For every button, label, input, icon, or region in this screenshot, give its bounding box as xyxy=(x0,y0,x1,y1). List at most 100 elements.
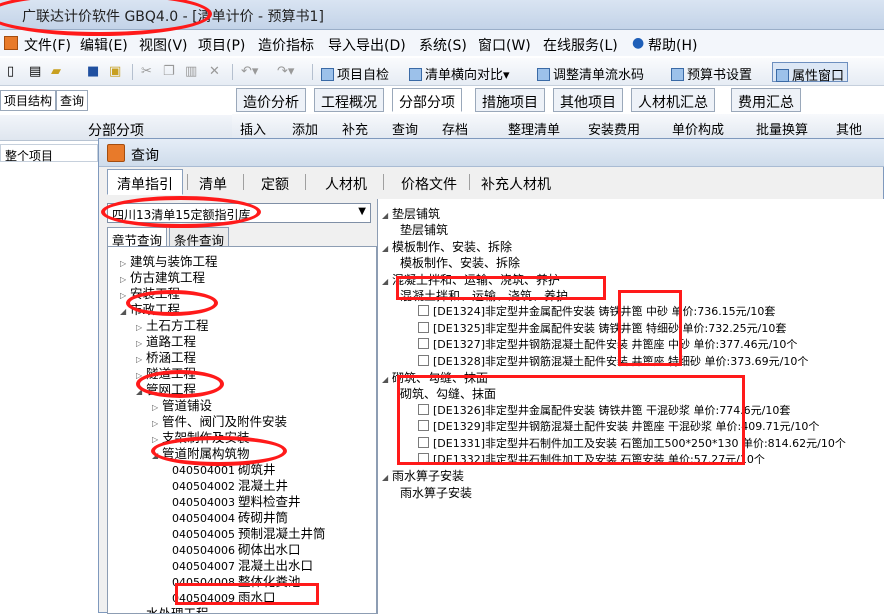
menu-system[interactable]: 系统(S) xyxy=(419,35,467,55)
chevron-down-icon: ▼ xyxy=(358,206,366,217)
adjust-flow-button[interactable]: 调整清单流水码 xyxy=(534,62,647,83)
root-item[interactable]: 整个项目 xyxy=(0,144,98,163)
tab-chapter-search[interactable]: 章节查询 xyxy=(107,227,168,248)
budget-settings-button[interactable]: 预算书设置 xyxy=(668,62,755,83)
new-project-icon[interactable]: ▤ xyxy=(26,62,44,82)
batch-convert-button[interactable]: 批量换算 xyxy=(756,119,808,138)
tab-project-overview[interactable]: 工程概况 xyxy=(314,88,384,112)
compare-button[interactable]: 清单横向对比▾ xyxy=(406,62,513,83)
guide-label: [DE1327]非定型井钢筋混凝土配件安装 井篦座 中砂 单价:377.46元/… xyxy=(433,338,798,352)
organize-list-button[interactable]: 整理清单 xyxy=(508,119,560,138)
tab-condition-search[interactable]: 条件查询 xyxy=(169,227,230,248)
guide-label: [DE1325]非定型井金属配件安装 铸铁井篦 特细砂 单价:732.25元/1… xyxy=(433,321,787,335)
other-button[interactable]: 其他 xyxy=(836,119,862,138)
window-icon xyxy=(776,69,789,82)
tab-price-file[interactable]: 价格文件 xyxy=(391,169,467,195)
guide-node[interactable]: ◢ 垫层铺筑 xyxy=(382,205,440,222)
item-checkbox[interactable] xyxy=(418,321,429,333)
query-button[interactable]: 查询 xyxy=(392,119,418,138)
menu-help[interactable]: 帮助(H) xyxy=(648,35,697,55)
redo-icon[interactable]: ↷▾ xyxy=(274,62,297,82)
menu-view[interactable]: 视图(V) xyxy=(139,35,188,55)
guide-node[interactable]: 模板制作、安装、拆除 xyxy=(400,254,520,271)
annotation-box xyxy=(618,290,682,366)
add-button[interactable]: 添加 xyxy=(292,119,318,138)
insert-button[interactable]: 插入 xyxy=(240,119,266,138)
save-all-icon[interactable]: ▣ xyxy=(106,62,124,82)
gear-icon xyxy=(671,68,684,81)
quota-item[interactable]: [DE1327]非定型井钢筋混凝土配件安装 井篦座 中砂 单价:377.46元/… xyxy=(418,336,797,352)
tab-list[interactable]: 清单 xyxy=(189,169,237,195)
guide-node[interactable]: 雨水箅子安装 xyxy=(400,484,472,501)
quota-item[interactable]: [DE1324]非定型井金属配件安装 铸铁井篦 中砂 单价:736.15元/10… xyxy=(418,303,775,319)
open-folder-icon[interactable]: ▰ xyxy=(48,62,64,82)
grid-icon xyxy=(321,68,334,81)
quota-item[interactable]: [DE1325]非定型井金属配件安装 铸铁井篦 特细砂 单价:732.25元/1… xyxy=(418,320,786,336)
install-fee-button[interactable]: 安装费用 xyxy=(588,119,640,138)
annotation-box xyxy=(397,375,745,465)
tab-sub-items[interactable]: 分部分项 xyxy=(392,88,462,112)
menu-project[interactable]: 项目(P) xyxy=(198,35,245,55)
guide-node[interactable]: ◢ 模板制作、安装、拆除 xyxy=(382,238,512,255)
tab-measures[interactable]: 措施项目 xyxy=(475,88,545,112)
tab-fee-summary[interactable]: 费用汇总 xyxy=(731,88,801,112)
archive-button[interactable]: 存档 xyxy=(442,119,468,138)
tab-resource-summary[interactable]: 人材机汇总 xyxy=(631,88,715,112)
guide-node[interactable]: ◢ 雨水箅子安装 xyxy=(382,467,464,484)
guide-node[interactable]: 垫层铺筑 xyxy=(400,221,448,238)
menu-file[interactable]: 文件(F) xyxy=(24,35,71,55)
arrow-down-icon xyxy=(537,68,550,81)
item-checkbox[interactable] xyxy=(418,305,429,317)
guide-label: 雨水箅子安装 xyxy=(392,469,465,484)
undo-icon[interactable]: ↶▾ xyxy=(238,62,261,82)
caret-down-icon[interactable]: ◢ xyxy=(382,244,392,253)
paste-icon[interactable]: ▥ xyxy=(182,62,200,82)
caret-down-icon[interactable]: ◢ xyxy=(382,211,392,220)
annotation-ellipse xyxy=(101,196,261,228)
annotation-ellipse xyxy=(151,436,287,466)
annotation-ellipse xyxy=(126,290,218,316)
item-checkbox[interactable] xyxy=(418,354,429,366)
query-dialog-icon xyxy=(107,144,125,162)
tab-other-items[interactable]: 其他项目 xyxy=(553,88,623,112)
delete-icon[interactable]: ✕ xyxy=(206,62,223,82)
property-window-button[interactable]: 属性窗口 xyxy=(772,62,849,84)
new-file-icon[interactable]: ▯ xyxy=(4,62,17,82)
save-icon[interactable]: ■ xyxy=(84,62,102,82)
unit-price-button[interactable]: 单价构成 xyxy=(672,119,724,138)
quota-item[interactable]: [DE1328]非定型井钢筋混凝土配件安装 井篦座 特细砂 单价:373.69元… xyxy=(418,353,808,369)
guide-label: 垫层铺筑 xyxy=(392,207,441,221)
tab-resources[interactable]: 人材机 xyxy=(315,169,377,195)
caret-down-icon[interactable]: ◢ xyxy=(382,375,392,384)
menu-cost-index[interactable]: 造价指标 xyxy=(258,35,314,55)
tab-project-structure[interactable]: 项目结构 xyxy=(0,90,57,111)
tab-supplement-resources[interactable]: 补充人材机 xyxy=(471,169,561,195)
caret-down-icon[interactable]: ◢ xyxy=(382,473,392,482)
guide-label: 模板制作、安装、拆除 xyxy=(392,239,513,254)
annotation-box xyxy=(396,276,606,300)
item-checkbox[interactable] xyxy=(418,338,429,350)
sub-toolbar: 插入 添加 补充 查询 存档 整理清单 安装费用 单价构成 批量换算 其他 xyxy=(232,114,884,138)
project-check-button[interactable]: 项目自检 xyxy=(318,62,392,83)
menu-import-export[interactable]: 导入导出(D) xyxy=(328,35,406,55)
supplement-button[interactable]: 补充 xyxy=(342,119,368,138)
tab-cost-analysis[interactable]: 造价分析 xyxy=(236,88,306,112)
tab-list-guide[interactable]: 清单指引 xyxy=(107,169,183,195)
caret-down-icon[interactable]: ◢ xyxy=(120,307,130,316)
menu-online-service[interactable]: 在线服务(L) xyxy=(543,35,618,55)
dialog-title: 查询 xyxy=(131,148,159,164)
app-logo-icon xyxy=(4,36,18,50)
menu-window[interactable]: 窗口(W) xyxy=(478,35,531,55)
help-icon: ● xyxy=(632,35,645,51)
left-panel-tabs: 项目结构 查询 xyxy=(0,88,232,111)
cut-icon[interactable]: ✂ xyxy=(138,62,155,82)
main-toolbar: ▯ ▤ ▰ ■ ▣ ✂ ❐ ▥ ✕ ↶▾ ↷▾ 项目自检 清单横向对比▾ 调整清… xyxy=(0,58,884,86)
annotation-ellipse xyxy=(136,370,224,398)
tab-quota[interactable]: 定额 xyxy=(251,169,299,195)
copy-icon[interactable]: ❐ xyxy=(160,62,178,82)
menu-edit[interactable]: 编辑(E) xyxy=(80,35,128,55)
caret-down-icon[interactable]: ◢ xyxy=(382,277,392,286)
tab-query[interactable]: 查询 xyxy=(56,90,89,111)
book-icon xyxy=(409,68,422,81)
guide-label: 模板制作、安装、拆除 xyxy=(400,256,521,271)
